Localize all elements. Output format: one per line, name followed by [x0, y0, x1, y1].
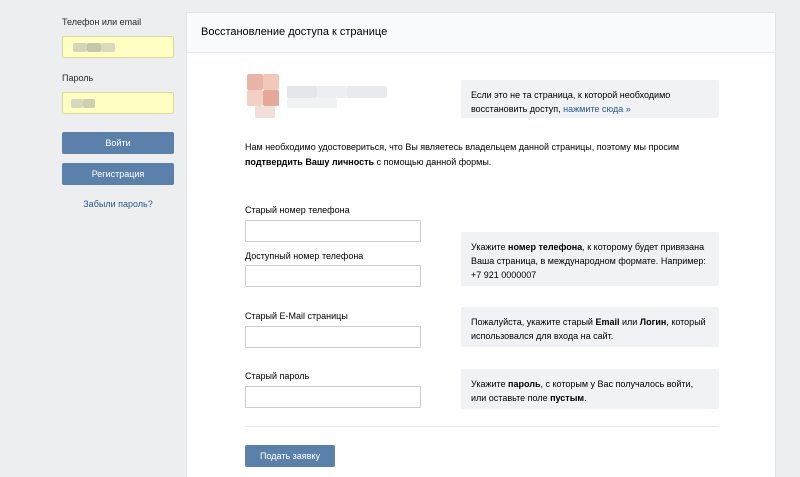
page-title: Восстановление доступа к странице: [187, 13, 775, 53]
old-password-input[interactable]: [245, 386, 421, 408]
phone-hint: Укажите номер телефона, к которому будет…: [461, 232, 719, 286]
old-email-label: Старый E-Mail страницы: [245, 311, 348, 321]
profile-name-redacted: [287, 98, 337, 108]
forgot-password-link[interactable]: Забыли пароль?: [62, 199, 174, 209]
click-here-link[interactable]: нажмите сюда »: [563, 104, 631, 114]
email-hint: Пожалуйста, укажите старый Email или Лог…: [461, 307, 719, 347]
avatar: [247, 74, 263, 90]
recovery-panel: Восстановление доступа к странице Если э…: [186, 12, 776, 477]
password-input[interactable]: [62, 92, 174, 114]
password-hint: Укажите пароль, с которым у Вас получало…: [461, 369, 719, 409]
available-phone-label: Доступный номер телефона: [245, 251, 364, 261]
intro-bold: подтвердить Вашу личность: [245, 157, 375, 167]
hint-bold: Логин: [639, 317, 667, 327]
redacted-value: [83, 99, 95, 108]
redacted-value: [71, 99, 83, 108]
profile-name-redacted: [287, 86, 317, 98]
available-phone-input[interactable]: [245, 265, 421, 287]
redacted-value: [73, 43, 87, 52]
password-label: Пароль: [62, 73, 94, 83]
profile-name-redacted: [317, 86, 347, 98]
avatar: [263, 90, 279, 106]
form-divider: [245, 426, 719, 427]
register-button[interactable]: Регистрация: [62, 163, 174, 185]
intro-part: Нам необходимо удостовериться, что Вы яв…: [245, 142, 680, 152]
hint-text: или: [619, 317, 640, 327]
profile-preview: [247, 74, 397, 120]
avatar: [247, 90, 263, 106]
profile-name-redacted: [347, 86, 387, 98]
hint-text: Укажите: [471, 242, 509, 252]
hint-bold: номер телефона: [508, 242, 583, 252]
intro-text: Нам необходимо удостовериться, что Вы яв…: [245, 140, 719, 170]
hint-bold: Email: [595, 317, 620, 327]
hint-bold: пароль: [508, 379, 541, 389]
old-phone-label: Старый номер телефона: [245, 205, 350, 215]
submit-request-button[interactable]: Подать заявку: [245, 445, 335, 467]
old-email-input[interactable]: [245, 326, 421, 348]
old-phone-input[interactable]: [245, 220, 421, 242]
login-button[interactable]: Войти: [62, 132, 174, 154]
avatar: [263, 74, 279, 90]
redacted-value: [101, 43, 115, 52]
login-sidebar: Телефон или email Пароль Войти Регистрац…: [62, 16, 174, 209]
intro-part: с помощью данной формы.: [374, 157, 492, 167]
avatar: [255, 106, 275, 118]
hint-text: Пожалуйста, укажите старый: [471, 317, 596, 327]
hint-bold: пустым: [550, 393, 585, 403]
phone-label: Телефон или email: [62, 17, 142, 27]
old-password-label: Старый пароль: [245, 371, 310, 381]
redacted-value: [87, 43, 101, 52]
hint-text: Укажите: [471, 379, 509, 389]
hint-text: .: [584, 393, 587, 403]
wrong-page-notice: Если это не та страница, к которой необх…: [461, 80, 719, 118]
phone-input[interactable]: [62, 36, 174, 58]
